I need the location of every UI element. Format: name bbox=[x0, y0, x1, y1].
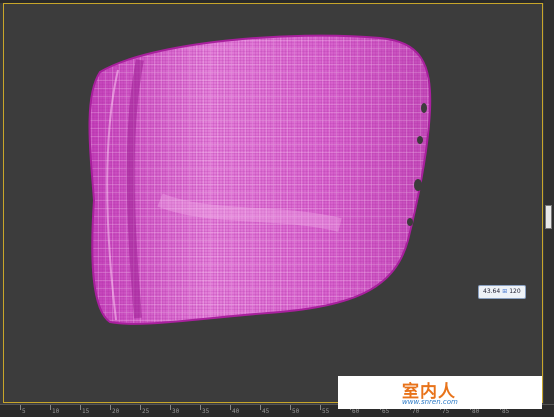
ruler-label: 85 bbox=[502, 408, 510, 415]
coords-separator: ⊞ bbox=[502, 288, 508, 295]
panel-collapse-handle[interactable] bbox=[545, 205, 552, 229]
ruler-label: 60 bbox=[352, 408, 360, 415]
coordinate-readout: 43.64 ⊞ 120 bbox=[478, 285, 526, 299]
ruler-tick bbox=[50, 405, 51, 410]
ruler-tick bbox=[170, 405, 171, 410]
ruler-tick bbox=[260, 405, 261, 410]
ruler-label: 20 bbox=[112, 408, 120, 415]
ruler-label: 10 bbox=[52, 408, 60, 415]
ruler-label: 40 bbox=[232, 408, 240, 415]
ruler-label: 30 bbox=[172, 408, 180, 415]
ruler-tick bbox=[140, 405, 141, 410]
ruler-label: 15 bbox=[82, 408, 90, 415]
watermark-logo: 室内人 www.snren.com bbox=[338, 376, 542, 409]
ruler-tick bbox=[290, 405, 291, 410]
pillow-body bbox=[88, 34, 432, 325]
ruler-label: 75 bbox=[442, 408, 450, 415]
ruler-label: 70 bbox=[412, 408, 420, 415]
ruler-tick bbox=[110, 405, 111, 410]
ruler-label: 25 bbox=[142, 408, 150, 415]
ruler-tick bbox=[20, 405, 21, 410]
ruler-label: 80 bbox=[472, 408, 480, 415]
ruler-label: 50 bbox=[292, 408, 300, 415]
coords-x-value: 43.64 bbox=[483, 288, 501, 295]
right-side-panel bbox=[544, 0, 554, 404]
ruler-label: 35 bbox=[202, 408, 210, 415]
coords-y-value: 120 bbox=[509, 288, 521, 295]
pillow-mesh[interactable] bbox=[0, 0, 554, 416]
ruler-label: 5 bbox=[22, 408, 26, 415]
ruler-label: 45 bbox=[262, 408, 270, 415]
ruler-tick bbox=[230, 405, 231, 410]
ruler-label: 55 bbox=[322, 408, 330, 415]
watermark-url: www.snren.com bbox=[402, 398, 458, 406]
ruler-tick bbox=[80, 405, 81, 410]
ruler-tick bbox=[200, 405, 201, 410]
perspective-viewport[interactable]: 43.64 ⊞ 120 5 10 15 20 25 30 35 40 45 50 55 60 65 70 75 8… bbox=[0, 0, 554, 417]
ruler-label: 65 bbox=[382, 408, 390, 415]
ruler-tick bbox=[320, 405, 321, 410]
